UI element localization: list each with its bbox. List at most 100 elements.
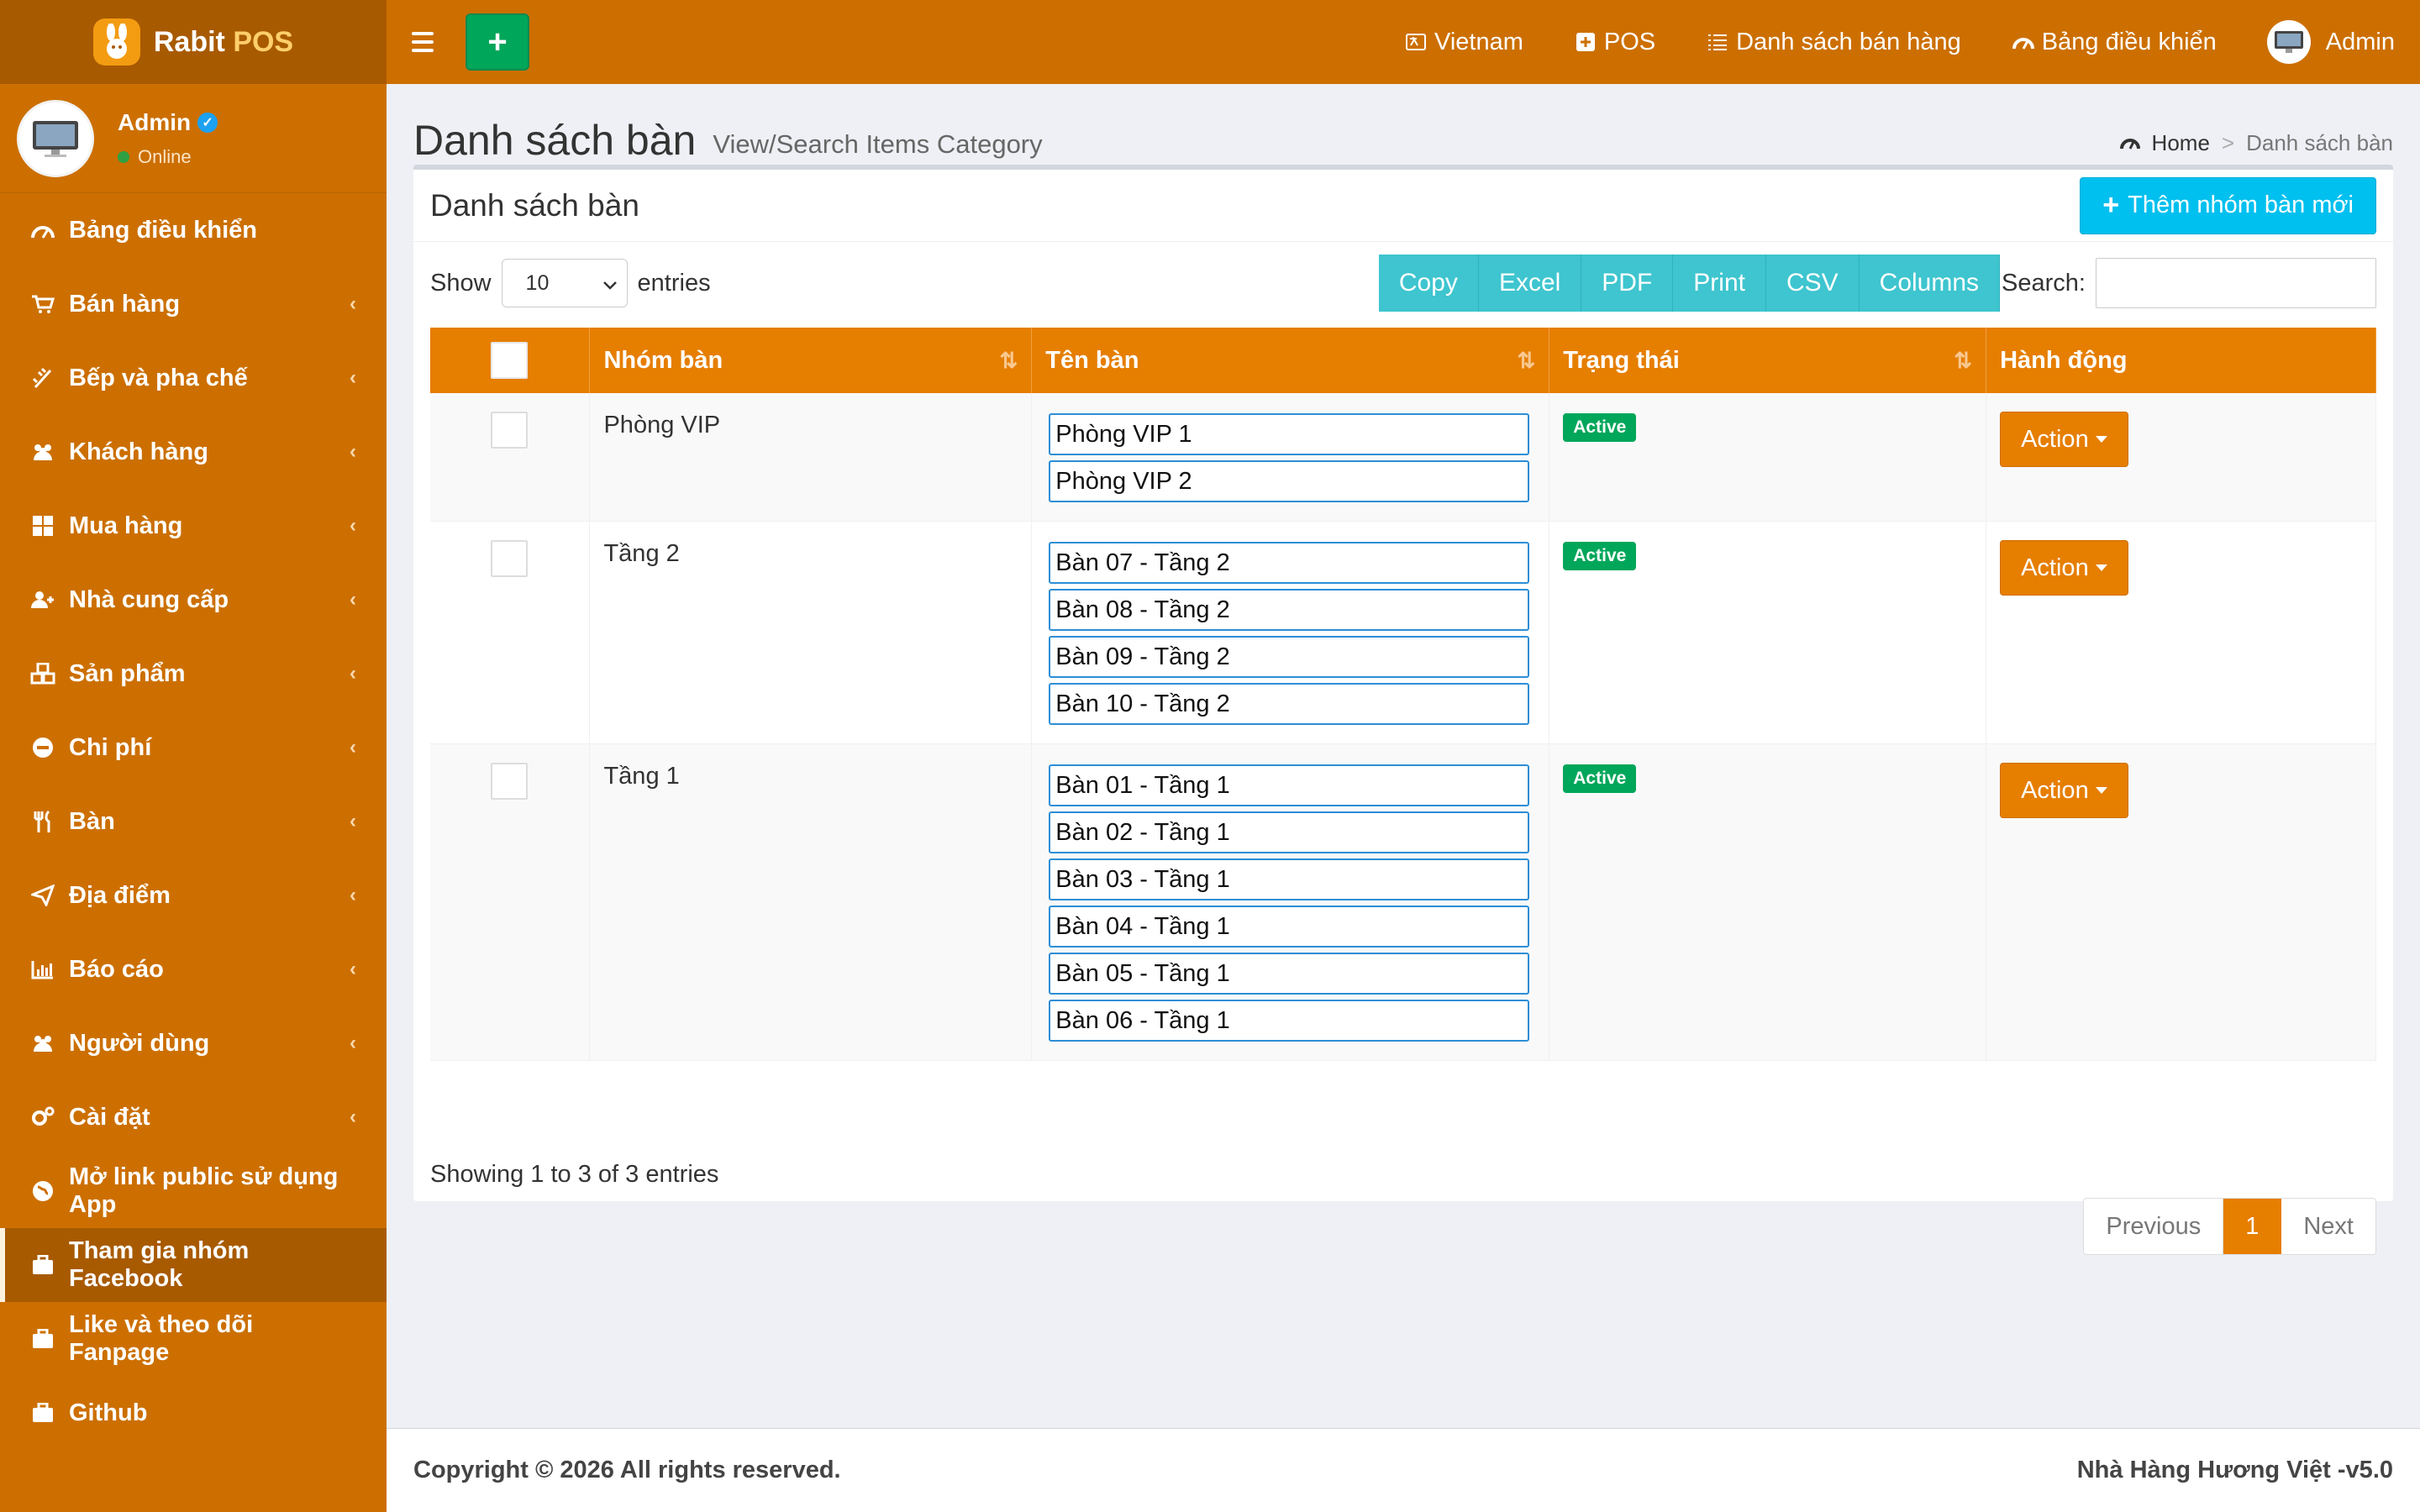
breadcrumb-home[interactable]: Home <box>2152 130 2210 156</box>
table-names: Bàn 07 - Tầng 2 Bàn 08 - Tầng 2 Bàn 09 -… <box>1031 521 1550 744</box>
sidebar-item-label: Sản phẩm <box>69 659 186 687</box>
chevron-left-icon: ‹ <box>350 588 356 611</box>
group-name: Tầng 1 <box>589 743 1033 1061</box>
language-link[interactable]: Vietnam <box>1404 29 1523 56</box>
briefcase-icon <box>29 1325 57 1353</box>
dashboard-link[interactable]: Bảng điều khiển <box>2012 29 2217 56</box>
minus-circle-icon <box>29 733 57 762</box>
select-all-header <box>430 328 591 393</box>
sidebar-item-kitchen[interactable]: Bếp và pha chế ‹ <box>0 341 387 415</box>
column-header[interactable]: Nhóm bàn ⇅ <box>589 328 1033 393</box>
excel-button[interactable]: Excel <box>1478 255 1582 312</box>
grid-icon <box>29 512 57 540</box>
sidebar-item-purchases[interactable]: Mua hàng ‹ <box>0 489 387 563</box>
row-checkbox[interactable] <box>491 763 528 800</box>
kitchen-icon <box>29 364 57 392</box>
status-badge: Active <box>1563 764 1637 793</box>
current-page-button[interactable]: 1 <box>2223 1199 2282 1254</box>
brand-accent: POS <box>233 25 294 58</box>
sidebar-item-locations[interactable]: Địa điểm ‹ <box>0 858 387 932</box>
avatar <box>17 99 94 177</box>
table-name-field[interactable]: Bàn 03 - Tầng 1 <box>1049 858 1530 900</box>
pos-link[interactable]: POS <box>1574 29 1655 56</box>
sidebar-item-label: Bàn <box>69 807 115 835</box>
pdf-button[interactable]: PDF <box>1581 255 1674 312</box>
group-name: Phòng VIP <box>589 393 1033 522</box>
sidebar-item-suppliers[interactable]: Nhà cung cấp ‹ <box>0 563 387 637</box>
sidebar-item-label: Bảng điều khiển <box>69 216 257 244</box>
row-checkbox[interactable] <box>491 540 528 577</box>
users-icon <box>29 1029 57 1058</box>
page-length-value: 10 <box>525 270 550 295</box>
next-page-button[interactable]: Next <box>2281 1199 2375 1254</box>
sidebar-item-public-link[interactable]: Mở link public sử dụng App <box>0 1154 387 1228</box>
entries-label: entries <box>637 269 711 297</box>
csv-button[interactable]: CSV <box>1765 255 1860 312</box>
content-header: Danh sách bàn View/Search Items Category… <box>413 106 2393 165</box>
language-label: Vietnam <box>1434 28 1523 55</box>
copyright: Copyright © 2026 All rights reserved. <box>413 1457 841 1483</box>
show-label: Show <box>430 269 492 297</box>
sidebar-item-label: Mở link public sử dụng App <box>69 1163 339 1218</box>
chevron-left-icon: ‹ <box>350 884 356 906</box>
hamburger-menu-icon[interactable] <box>412 25 445 59</box>
chevron-left-icon: ‹ <box>350 292 356 315</box>
sales-list-link[interactable]: Danh sách bán hàng <box>1706 29 1961 56</box>
page-length-select[interactable]: 10 <box>501 259 628 307</box>
table-name-field[interactable]: Bàn 07 - Tầng 2 <box>1049 542 1530 584</box>
group-name: Tầng 2 <box>589 521 1033 744</box>
action-button[interactable]: Action <box>2000 540 2128 596</box>
previous-page-button[interactable]: Previous <box>2084 1199 2224 1254</box>
table-name-field[interactable]: Bàn 02 - Tầng 1 <box>1049 811 1530 853</box>
table-names: Bàn 01 - Tầng 1 Bàn 02 - Tầng 1 Bàn 03 -… <box>1031 743 1550 1061</box>
search-input[interactable] <box>2096 258 2376 308</box>
sidebar-item-dashboard[interactable]: Bảng điều khiển <box>0 193 387 267</box>
column-header[interactable]: Trạng thái ⇅ <box>1549 328 1987 393</box>
sidebar-item-reports[interactable]: Báo cáo ‹ <box>0 932 387 1006</box>
user-plus-icon <box>29 585 57 614</box>
columns-button[interactable]: Columns <box>1859 255 2001 312</box>
sidebar-item-facebook-group[interactable]: Tham gia nhóm Facebook <box>0 1228 387 1302</box>
sidebar-item-label: Khách hàng <box>69 438 208 465</box>
sidebar-item-github[interactable]: Github <box>0 1376 387 1450</box>
table-name-field[interactable]: Bàn 05 - Tầng 1 <box>1049 953 1530 995</box>
table-name-field[interactable]: Bàn 10 - Tầng 2 <box>1049 683 1530 725</box>
row-checkbox[interactable] <box>491 412 528 449</box>
top-navbar: + Vietnam POS Danh sách bán hàng Bảng đi… <box>387 0 2420 84</box>
table-name-field[interactable]: Phòng VIP 1 <box>1049 413 1530 455</box>
avatar <box>2266 20 2311 64</box>
bar-chart-icon <box>29 955 57 984</box>
logo[interactable]: Rabit POS <box>0 0 387 84</box>
sidebar-item-customers[interactable]: Khách hàng ‹ <box>0 415 387 489</box>
copy-button[interactable]: Copy <box>1378 255 1479 312</box>
action-button[interactable]: Action <box>2000 763 2128 818</box>
table-name-field[interactable]: Bàn 04 - Tầng 1 <box>1049 906 1530 948</box>
export-buttons: Copy Excel PDF Print CSV Columns <box>1378 255 2001 312</box>
user-menu[interactable]: Admin <box>2266 20 2395 64</box>
sidebar-item-label: Chi phí <box>69 733 152 761</box>
pagination: Previous 1 Next <box>2083 1198 2376 1255</box>
table-name-field[interactable]: Bàn 09 - Tầng 2 <box>1049 636 1530 678</box>
sidebar-item-tables[interactable]: Bàn ‹ <box>0 785 387 858</box>
sidebar-item-label: Tham gia nhóm Facebook <box>69 1237 250 1292</box>
table-name-field[interactable]: Bàn 06 - Tầng 1 <box>1049 1000 1530 1042</box>
quick-add-button[interactable]: + <box>466 13 529 71</box>
sidebar-item-products[interactable]: Sản phẩm ‹ <box>0 637 387 711</box>
sidebar-item-expenses[interactable]: Chi phí ‹ <box>0 711 387 785</box>
column-header[interactable]: Tên bàn ⇅ <box>1031 328 1550 393</box>
sidebar-item-sales[interactable]: Bán hàng ‹ <box>0 267 387 341</box>
brand-name: Rabit <box>153 25 225 58</box>
action-button[interactable]: Action <box>2000 412 2128 467</box>
table-name-field[interactable]: Bàn 01 - Tầng 1 <box>1049 764 1530 806</box>
cogs-icon <box>29 1103 57 1131</box>
add-table-group-button[interactable]: + Thêm nhóm bàn mới <box>2080 176 2376 234</box>
print-button[interactable]: Print <box>1673 255 1766 312</box>
sidebar-item-label: Nhà cung cấp <box>69 585 229 613</box>
sidebar-item-fanpage[interactable]: Like và theo dõi Fanpage <box>0 1302 387 1376</box>
sidebar-item-settings[interactable]: Cài đặt ‹ <box>0 1080 387 1154</box>
rabbit-logo-icon <box>92 18 140 66</box>
sidebar-item-users[interactable]: Người dùng ‹ <box>0 1006 387 1080</box>
table-name-field[interactable]: Phòng VIP 2 <box>1049 460 1530 502</box>
table-name-field[interactable]: Bàn 08 - Tầng 2 <box>1049 589 1530 631</box>
select-all-checkbox[interactable] <box>491 342 528 379</box>
